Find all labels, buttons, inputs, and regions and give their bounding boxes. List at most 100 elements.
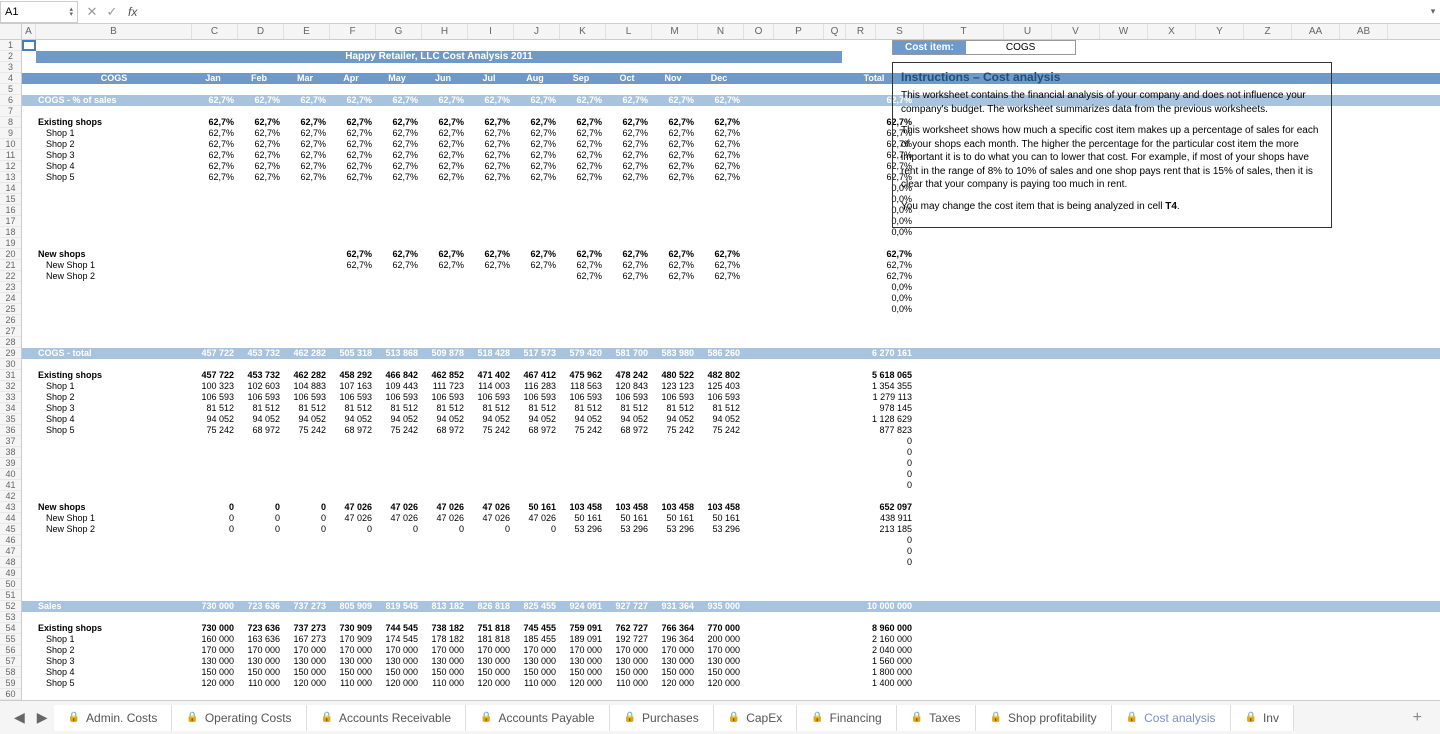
cell[interactable]: 150 000	[606, 667, 652, 678]
row-label[interactable]: Existing shops	[36, 370, 192, 381]
cell[interactable]	[422, 469, 468, 480]
cell[interactable]: 81 512	[560, 403, 606, 414]
cell[interactable]: 805 909	[330, 601, 376, 612]
cell[interactable]: 170 000	[468, 645, 514, 656]
cell[interactable]	[790, 348, 836, 359]
stepper-icon[interactable]: ▴▾	[69, 7, 73, 17]
cell[interactable]	[744, 205, 790, 216]
cell[interactable]: 62,7%	[422, 95, 468, 106]
cell[interactable]	[376, 447, 422, 458]
cell[interactable]: 68 972	[330, 425, 376, 436]
cell[interactable]: 47 026	[330, 502, 376, 513]
cell[interactable]	[560, 205, 606, 216]
cell[interactable]	[790, 271, 836, 282]
cell[interactable]	[22, 425, 36, 436]
cell[interactable]: 62,7%	[192, 161, 238, 172]
cell[interactable]	[422, 480, 468, 491]
cell[interactable]: 47 026	[422, 513, 468, 524]
cell[interactable]: 170 000	[284, 645, 330, 656]
cell[interactable]	[422, 535, 468, 546]
cell[interactable]: 62,7%	[330, 249, 376, 260]
cell[interactable]	[790, 227, 836, 238]
cell[interactable]	[606, 546, 652, 557]
cell[interactable]	[652, 205, 698, 216]
cell[interactable]	[606, 183, 652, 194]
cell[interactable]	[744, 139, 790, 150]
cell[interactable]: 130 000	[698, 656, 744, 667]
cell[interactable]	[744, 436, 790, 447]
cell[interactable]: 150 000	[468, 667, 514, 678]
cell[interactable]: Mar	[284, 73, 330, 84]
cell[interactable]: 0	[330, 524, 376, 535]
cell[interactable]	[376, 557, 422, 568]
cell[interactable]: 120 000	[468, 678, 514, 689]
row-header[interactable]: 39	[0, 458, 21, 469]
cell[interactable]	[744, 304, 790, 315]
cell[interactable]: 0	[836, 557, 916, 568]
cell[interactable]	[698, 227, 744, 238]
cell[interactable]: 453 732	[238, 370, 284, 381]
cell[interactable]: 927 727	[606, 601, 652, 612]
cell[interactable]	[606, 480, 652, 491]
cell[interactable]: 62,7%	[330, 128, 376, 139]
cell[interactable]	[514, 282, 560, 293]
cell[interactable]	[744, 128, 790, 139]
cell[interactable]: 94 052	[514, 414, 560, 425]
column-header[interactable]: C	[192, 24, 238, 39]
cell[interactable]	[790, 260, 836, 271]
column-header[interactable]: E	[284, 24, 330, 39]
cell-reference-box[interactable]: A1 ▴▾	[0, 1, 78, 23]
cell[interactable]	[468, 194, 514, 205]
column-header[interactable]: M	[652, 24, 698, 39]
cell[interactable]	[192, 304, 238, 315]
cell[interactable]	[238, 304, 284, 315]
cell[interactable]	[192, 183, 238, 194]
row-header[interactable]: 58	[0, 667, 21, 678]
cell[interactable]: 581 700	[606, 348, 652, 359]
cell[interactable]	[422, 194, 468, 205]
cell[interactable]	[468, 557, 514, 568]
cell[interactable]	[560, 293, 606, 304]
row-header[interactable]: 36	[0, 425, 21, 436]
cell[interactable]: 110 000	[606, 678, 652, 689]
cell[interactable]	[744, 524, 790, 535]
cell[interactable]	[606, 282, 652, 293]
cell[interactable]: 458 292	[330, 370, 376, 381]
cell[interactable]: 120 000	[698, 678, 744, 689]
row-label[interactable]	[36, 293, 192, 304]
row-label[interactable]: Shop 4	[36, 667, 192, 678]
cell[interactable]: 62,7%	[422, 128, 468, 139]
row-label[interactable]: Shop 1	[36, 128, 192, 139]
cell[interactable]: 62,7%	[192, 139, 238, 150]
cell[interactable]: 120 000	[652, 678, 698, 689]
cell[interactable]: 114 003	[468, 381, 514, 392]
row-header[interactable]: 45	[0, 524, 21, 535]
row-header[interactable]: 53	[0, 612, 21, 623]
column-header[interactable]: AB	[1340, 24, 1388, 39]
cell[interactable]: 738 182	[422, 623, 468, 634]
cell[interactable]	[422, 458, 468, 469]
cell[interactable]: 189 091	[560, 634, 606, 645]
column-header[interactable]: S	[876, 24, 924, 39]
cell[interactable]	[790, 601, 836, 612]
cell[interactable]: 94 052	[422, 414, 468, 425]
sheet-tab[interactable]: 🔒CapEx	[714, 705, 797, 731]
cell[interactable]: 0	[238, 524, 284, 535]
sheet-tab[interactable]: 🔒Inv	[1231, 705, 1294, 731]
cell[interactable]: 0	[192, 513, 238, 524]
cell[interactable]: 120 000	[560, 678, 606, 689]
cell[interactable]	[744, 161, 790, 172]
row-header[interactable]: 29	[0, 348, 21, 359]
row-label[interactable]: Shop 2	[36, 645, 192, 656]
cell[interactable]	[422, 293, 468, 304]
row-header[interactable]: 26	[0, 315, 21, 326]
cell[interactable]: 47 026	[468, 502, 514, 513]
formula-dropdown-icon[interactable]: ▾	[1426, 6, 1440, 17]
cell[interactable]	[284, 282, 330, 293]
cell[interactable]: Feb	[238, 73, 284, 84]
cell[interactable]: 62,7%	[330, 139, 376, 150]
cell[interactable]: 50 161	[606, 513, 652, 524]
cell[interactable]: 1 800 000	[836, 667, 916, 678]
row-header[interactable]: 42	[0, 491, 21, 502]
cell[interactable]	[284, 194, 330, 205]
